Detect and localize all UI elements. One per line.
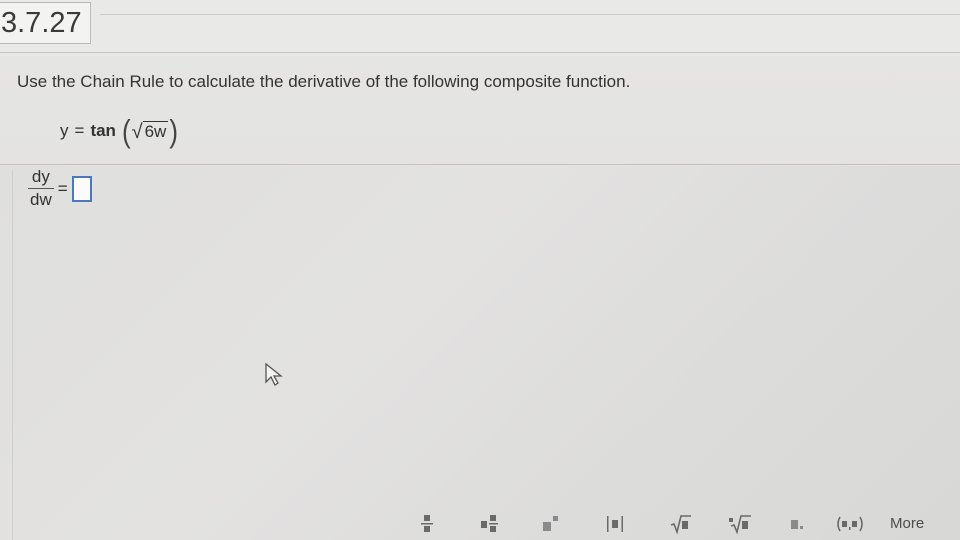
radicand: 6w	[142, 120, 169, 141]
exponent-icon[interactable]	[542, 513, 560, 535]
function-equation: y = tan ( √ 6w )	[60, 113, 178, 149]
math-palette-toolbar: More	[400, 505, 960, 540]
header-divider	[0, 52, 960, 53]
answer-equals: =	[57, 178, 68, 198]
mixed-number-icon[interactable]	[480, 513, 500, 535]
more-button[interactable]: More	[890, 515, 924, 532]
derivative-numerator: dy	[31, 167, 50, 186]
answer-frame-edge	[12, 170, 13, 540]
equation-function-name: tan	[90, 121, 116, 140]
mouse-cursor-icon	[263, 362, 285, 388]
page-header: 3.7.27	[0, 0, 960, 56]
fraction-icon[interactable]	[420, 513, 434, 535]
right-paren: )	[169, 113, 178, 149]
square-root-icon[interactable]	[670, 513, 692, 535]
nth-root-icon[interactable]	[728, 513, 752, 535]
answer-area	[0, 166, 960, 540]
absolute-value-icon[interactable]	[605, 513, 625, 535]
equation-equals: =	[74, 121, 85, 140]
answer-input-box[interactable]	[71, 175, 92, 202]
equation-lhs: y	[60, 121, 69, 140]
left-paren: (	[121, 113, 131, 149]
question-answer-divider	[0, 164, 960, 165]
square-root: √ 6w	[131, 120, 169, 143]
decimal-icon[interactable]	[790, 513, 806, 535]
problem-number: 3.7.27	[0, 2, 91, 44]
derivative-denominator: dw	[30, 190, 52, 209]
derivative-fraction: dy dw	[28, 168, 54, 209]
radical-sign-icon: √	[131, 120, 143, 143]
header-frame	[100, 0, 960, 15]
question-instruction: Use the Chain Rule to calculate the deri…	[17, 72, 631, 91]
ordered-pair-icon[interactable]	[835, 513, 865, 535]
answer-line: dy dw =	[28, 168, 92, 209]
